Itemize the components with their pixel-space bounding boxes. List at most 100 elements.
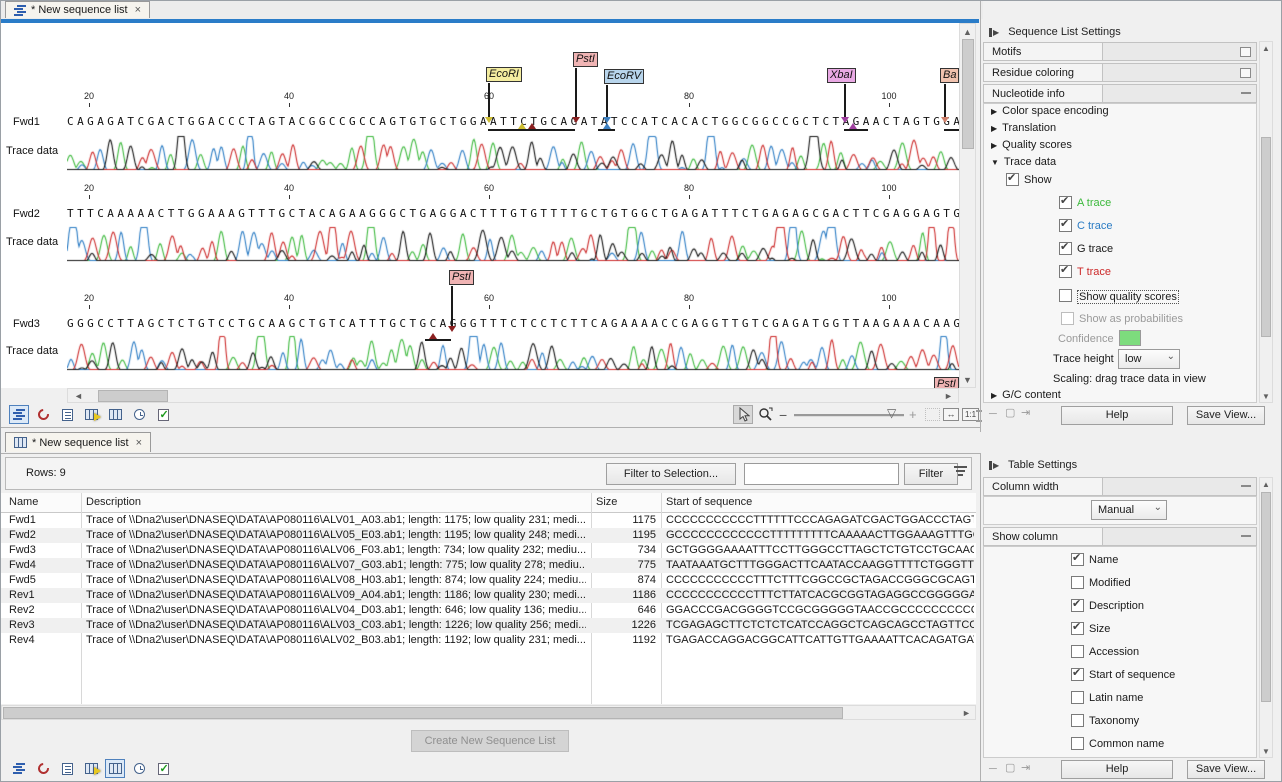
sequence-view-tab[interactable]: * New sequence list × [5, 1, 150, 18]
scroll-thumb[interactable] [1261, 137, 1271, 337]
element-info-view-icon[interactable]: ✓ [153, 405, 173, 424]
scroll-left-icon[interactable]: ◄ [74, 390, 83, 402]
scroll-up-icon[interactable]: ▲ [963, 26, 972, 38]
filter-input[interactable] [744, 463, 899, 485]
collapse-all-icon[interactable]: ─ [989, 408, 997, 420]
history-view-icon[interactable] [129, 759, 149, 778]
create-new-sequence-list-button[interactable]: Create New Sequence List [411, 730, 569, 752]
show-column-group-header[interactable]: Show column [983, 527, 1257, 546]
expand-group-icon[interactable] [1240, 47, 1251, 57]
table-row[interactable]: Fwd5Trace of \\Dna2\user\DNASEQ\DATA\AP0… [1, 573, 976, 588]
table-row[interactable]: Rev2Trace of \\Dna2\user\DNASEQ\DATA\AP0… [1, 603, 976, 618]
text-view-icon[interactable] [57, 759, 77, 778]
show-quality-scores-checkbox[interactable] [1059, 289, 1072, 302]
trace-chromatogram[interactable] [67, 135, 959, 172]
scroll-down-icon[interactable]: ▼ [963, 374, 972, 386]
scroll-up-icon[interactable]: ▲ [1262, 479, 1270, 491]
circular-view-icon[interactable] [33, 405, 53, 424]
sequence-residues[interactable]: GGGCCTTAGCTCTGTCCTGCAAGCTGTCATTTGCTGCAGG… [67, 317, 959, 330]
zoom-tool-button[interactable] [755, 405, 775, 424]
table-row[interactable]: Fwd4Trace of \\Dna2\user\DNASEQ\DATA\AP0… [1, 558, 976, 573]
history-view-icon[interactable] [129, 405, 149, 424]
hscroll-thumb[interactable] [98, 390, 168, 402]
table-row[interactable]: Fwd2Trace of \\Dna2\user\DNASEQ\DATA\AP0… [1, 528, 976, 543]
sequence-residues[interactable]: CAGAGATCGACTGGACCCTAGTACGGCCGCCAGTGTGCTG… [67, 115, 959, 128]
collapse-group-icon[interactable] [1241, 535, 1251, 537]
help-button[interactable]: Help [1061, 760, 1173, 779]
vscroll-thumb[interactable] [962, 39, 974, 149]
show-column-accession-checkbox[interactable] [1071, 645, 1084, 658]
hscroll-thumb[interactable] [3, 707, 843, 719]
tree-quality-scores[interactable]: ▶Quality scores [991, 139, 1072, 151]
dock-icon[interactable]: ▢ [1005, 406, 1015, 419]
show-as-probabilities-checkbox[interactable] [1061, 312, 1074, 325]
show-column-modified-checkbox[interactable] [1071, 576, 1084, 589]
sidebar-toggle-icon[interactable]: ▶ [989, 28, 999, 37]
scroll-up-icon[interactable]: ▲ [1262, 43, 1270, 55]
sidebar-toggle-icon[interactable]: ▶ [989, 461, 999, 470]
table-view-icon[interactable] [105, 405, 125, 424]
apply-to-other-views-icon[interactable]: ⇥ [1021, 761, 1030, 774]
sequence-view[interactable]: 20406080100Fwd1CAGAGATCGACTGGACCCTAGTACG… [1, 23, 959, 388]
table-row[interactable]: Fwd1Trace of \\Dna2\user\DNASEQ\DATA\AP0… [1, 513, 976, 528]
column-header-start[interactable]: Start of sequence [666, 493, 971, 508]
column-header-description[interactable]: Description [86, 493, 586, 508]
column-width-group-header[interactable]: Column width [983, 477, 1257, 496]
text-view-icon[interactable] [57, 405, 77, 424]
table-export-view-icon[interactable] [81, 759, 101, 778]
sequence-list-view-icon[interactable] [9, 759, 29, 778]
show-column-size-checkbox[interactable] [1071, 622, 1084, 635]
restriction-site-label-ba[interactable]: Ba [940, 68, 959, 83]
table-row[interactable]: Rev4Trace of \\Dna2\user\DNASEQ\DATA\AP0… [1, 633, 976, 648]
nucleotide-info-group-header[interactable]: Nucleotide info [983, 84, 1257, 103]
table-hscrollbar[interactable]: ► [1, 705, 976, 720]
zoom-in-icon[interactable]: + [909, 407, 917, 422]
trace-chromatogram[interactable] [67, 226, 959, 263]
scroll-right-icon[interactable]: ► [944, 390, 953, 402]
restriction-site-label-ecorv[interactable]: EcoRV [604, 69, 644, 84]
apply-to-other-views-icon[interactable]: ⇥ [1021, 406, 1030, 419]
tree-translation[interactable]: ▶Translation [991, 122, 1056, 134]
save-view-button[interactable]: Save View... [1187, 406, 1265, 425]
table-row[interactable]: Rev3Trace of \\Dna2\user\DNASEQ\DATA\AP0… [1, 618, 976, 633]
scroll-right-icon[interactable]: ► [962, 707, 971, 719]
table-row[interactable]: Rev1Trace of \\Dna2\user\DNASEQ\DATA\AP0… [1, 588, 976, 603]
g-trace-checkbox[interactable] [1059, 242, 1072, 255]
tree-trace-data[interactable]: ▼Trace data [991, 156, 1056, 168]
sequence-vscrollbar[interactable]: ▲ ▼ [959, 23, 976, 388]
show-column-description-checkbox[interactable] [1071, 599, 1084, 612]
zoom-slider-thumb[interactable]: ▽ [887, 406, 896, 420]
save-view-button[interactable]: Save View... [1187, 760, 1265, 779]
column-width-dropdown[interactable]: Manual ⌄ [1091, 500, 1167, 520]
dock-icon[interactable]: ▢ [1005, 761, 1015, 774]
circular-view-icon[interactable] [33, 759, 53, 778]
view-split-line[interactable] [1, 427, 980, 428]
show-column-taxonomy-checkbox[interactable] [1071, 714, 1084, 727]
tab-close-icon[interactable]: × [136, 437, 142, 449]
zoom-to-selection-icon[interactable] [925, 408, 940, 421]
tree-gc-content[interactable]: ▶G/C content [991, 389, 1061, 401]
restriction-site-label-ecori[interactable]: EcoRI [486, 67, 522, 82]
table-settings-scrollbar[interactable]: ▲ ▼ [1259, 477, 1273, 758]
expand-group-icon[interactable] [1240, 68, 1251, 78]
a-trace-checkbox[interactable] [1059, 196, 1072, 209]
tab-close-icon[interactable]: × [135, 4, 141, 16]
seq-settings-scrollbar[interactable]: ▲ ▼ [1259, 41, 1273, 403]
panel-splitter-handle[interactable] [976, 410, 982, 422]
trace-chromatogram[interactable] [67, 335, 959, 372]
filter-menu-icon[interactable] [954, 466, 968, 480]
scroll-thumb[interactable] [1261, 492, 1271, 702]
trace-height-dropdown[interactable]: low ⌄ [1118, 349, 1180, 369]
column-header-name[interactable]: Name [9, 493, 77, 508]
table-view-tab[interactable]: * New sequence list × [5, 432, 151, 452]
table-export-view-icon[interactable] [81, 405, 101, 424]
restriction-site-label-xbai[interactable]: XbaI [827, 68, 856, 83]
show-column-common-name-checkbox[interactable] [1071, 737, 1084, 750]
show-column-name-checkbox[interactable] [1071, 553, 1084, 566]
sequence-hscrollbar[interactable]: ◄ ► [67, 388, 959, 403]
filter-to-selection-button[interactable]: Filter to Selection... [606, 463, 736, 485]
filter-button[interactable]: Filter [904, 463, 958, 485]
show-column-start-of-sequence-checkbox[interactable] [1071, 668, 1084, 681]
sequence-list-view-icon[interactable] [9, 405, 29, 424]
zoom-out-icon[interactable]: − [779, 407, 787, 423]
